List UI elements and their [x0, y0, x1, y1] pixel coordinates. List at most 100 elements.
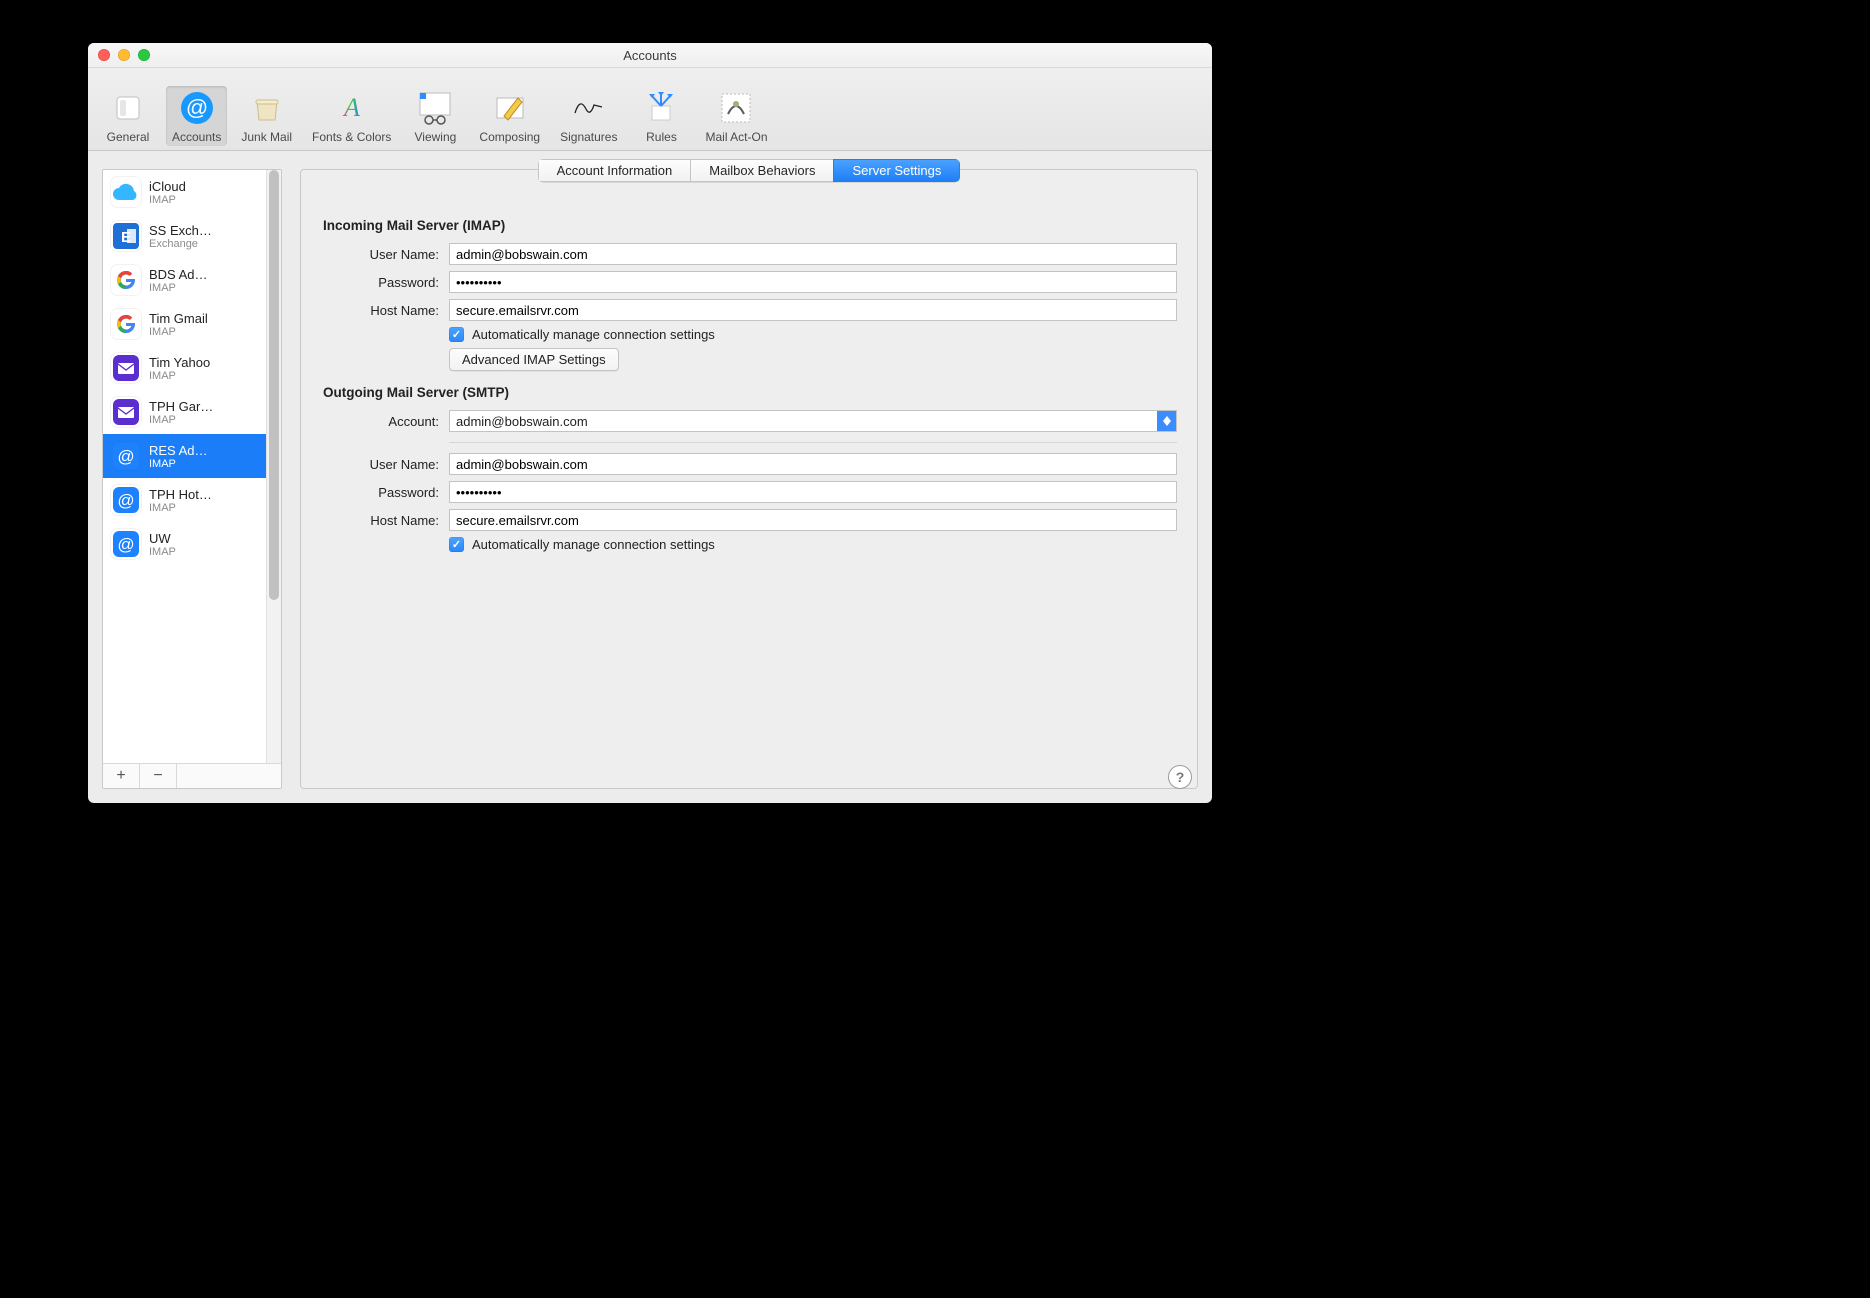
titlebar: Accounts	[88, 43, 1212, 68]
preferences-toolbar: General @ Accounts Junk Mail A Fonts & C…	[88, 68, 1212, 151]
switch-icon	[110, 90, 146, 126]
rules-icon	[643, 90, 679, 126]
tab-mailbox-behaviors[interactable]: Mailbox Behaviors	[690, 159, 833, 182]
tab-strip: Account Information Mailbox Behaviors Se…	[301, 159, 1197, 182]
svg-text:@: @	[117, 535, 134, 554]
outgoing-account-label: Account:	[321, 414, 439, 429]
accounts-list[interactable]: iCloud IMAP E SS Exch… Exchange BDS Ad… …	[103, 170, 281, 763]
outgoing-password-input[interactable]	[449, 481, 1177, 503]
toolbar-label: Signatures	[560, 130, 617, 144]
incoming-auto-label: Automatically manage connection settings	[472, 327, 715, 342]
account-type: IMAP	[149, 502, 212, 514]
toolbar-label: General	[107, 130, 150, 144]
account-item[interactable]: @ TPH Hot… IMAP	[103, 478, 267, 522]
trash-icon	[249, 90, 285, 126]
stamp-icon	[718, 90, 754, 126]
account-item[interactable]: iCloud IMAP	[103, 170, 267, 214]
svg-text:@: @	[117, 447, 134, 466]
account-type: IMAP	[149, 546, 176, 558]
account-type: IMAP	[149, 326, 208, 338]
window-title: Accounts	[88, 48, 1212, 63]
account-icon	[111, 397, 141, 427]
remove-account-button[interactable]: −	[140, 764, 177, 788]
account-name: SS Exch…	[149, 223, 212, 238]
account-type: IMAP	[149, 194, 186, 206]
toolbar-junk[interactable]: Junk Mail	[235, 86, 298, 146]
account-item[interactable]: Tim Gmail IMAP	[103, 302, 267, 346]
account-name: TPH Gar…	[149, 399, 213, 414]
account-icon	[111, 309, 141, 339]
account-item[interactable]: @ RES Ad… IMAP	[103, 434, 267, 478]
svg-text:A: A	[342, 93, 360, 122]
toolbar-fonts-colors[interactable]: A Fonts & Colors	[306, 86, 397, 146]
toolbar-viewing[interactable]: Viewing	[405, 86, 465, 146]
add-account-button[interactable]: +	[103, 764, 140, 788]
account-item[interactable]: BDS Ad… IMAP	[103, 258, 267, 302]
tab-server-settings[interactable]: Server Settings	[833, 159, 960, 182]
outgoing-account-value: admin@bobswain.com	[456, 414, 588, 429]
outgoing-auto-checkbox[interactable]: ✓	[449, 537, 464, 552]
account-type: IMAP	[149, 458, 208, 470]
account-type: Exchange	[149, 238, 212, 250]
account-icon: @	[111, 441, 141, 471]
scrollbar[interactable]	[266, 170, 281, 763]
toolbar-composing[interactable]: Composing	[473, 86, 546, 146]
preferences-window: Accounts General @ Accounts Junk Mail A …	[88, 43, 1212, 803]
account-name: iCloud	[149, 179, 186, 194]
incoming-username-input[interactable]	[449, 243, 1177, 265]
incoming-auto-checkbox[interactable]: ✓	[449, 327, 464, 342]
toolbar-label: Accounts	[172, 130, 221, 144]
outgoing-host-label: Host Name:	[321, 513, 439, 528]
outgoing-host-input[interactable]	[449, 509, 1177, 531]
toolbar-rules[interactable]: Rules	[631, 86, 691, 146]
account-icon	[111, 353, 141, 383]
advanced-imap-button[interactable]: Advanced IMAP Settings	[449, 348, 619, 371]
account-icon: @	[111, 485, 141, 515]
incoming-host-input[interactable]	[449, 299, 1177, 321]
outgoing-account-select[interactable]: admin@bobswain.com	[449, 410, 1177, 432]
toolbar-label: Viewing	[415, 130, 457, 144]
account-type: IMAP	[149, 370, 210, 382]
account-name: Tim Yahoo	[149, 355, 210, 370]
incoming-username-label: User Name:	[321, 247, 439, 262]
account-icon: @	[111, 529, 141, 559]
svg-text:@: @	[117, 491, 134, 510]
toolbar-general[interactable]: General	[98, 86, 158, 146]
account-item[interactable]: @ UW IMAP	[103, 522, 267, 566]
toolbar-signatures[interactable]: Signatures	[554, 86, 623, 146]
account-name: UW	[149, 531, 176, 546]
toolbar-label: Rules	[646, 130, 677, 144]
content-area: iCloud IMAP E SS Exch… Exchange BDS Ad… …	[88, 151, 1212, 803]
help-button[interactable]: ?	[1168, 765, 1192, 789]
signature-icon	[571, 90, 607, 126]
toolbar-accounts[interactable]: @ Accounts	[166, 86, 227, 146]
font-color-icon: A	[334, 90, 370, 126]
account-type: IMAP	[149, 414, 213, 426]
toolbar-mail-act-on[interactable]: Mail Act-On	[699, 86, 773, 146]
sidebar-footer: + −	[103, 763, 281, 788]
pencil-icon	[492, 90, 528, 126]
account-icon: E	[111, 221, 141, 251]
account-item[interactable]: TPH Gar… IMAP	[103, 390, 267, 434]
outgoing-section-title: Outgoing Mail Server (SMTP)	[323, 385, 1177, 400]
svg-text:@: @	[186, 95, 208, 120]
outgoing-username-input[interactable]	[449, 453, 1177, 475]
scroll-thumb[interactable]	[269, 170, 279, 600]
tab-account-information[interactable]: Account Information	[538, 159, 691, 182]
toolbar-label: Composing	[479, 130, 540, 144]
account-item[interactable]: E SS Exch… Exchange	[103, 214, 267, 258]
toolbar-label: Mail Act-On	[705, 130, 767, 144]
account-name: BDS Ad…	[149, 267, 208, 282]
divider	[449, 442, 1177, 443]
outgoing-password-label: Password:	[321, 485, 439, 500]
account-icon	[111, 177, 141, 207]
account-icon	[111, 265, 141, 295]
server-settings-panel: Incoming Mail Server (IMAP) User Name: P…	[301, 170, 1197, 568]
viewing-icon	[417, 90, 453, 126]
account-item[interactable]: Tim Yahoo IMAP	[103, 346, 267, 390]
outgoing-auto-label: Automatically manage connection settings	[472, 537, 715, 552]
incoming-password-label: Password:	[321, 275, 439, 290]
incoming-host-label: Host Name:	[321, 303, 439, 318]
at-icon: @	[179, 90, 215, 126]
incoming-password-input[interactable]	[449, 271, 1177, 293]
